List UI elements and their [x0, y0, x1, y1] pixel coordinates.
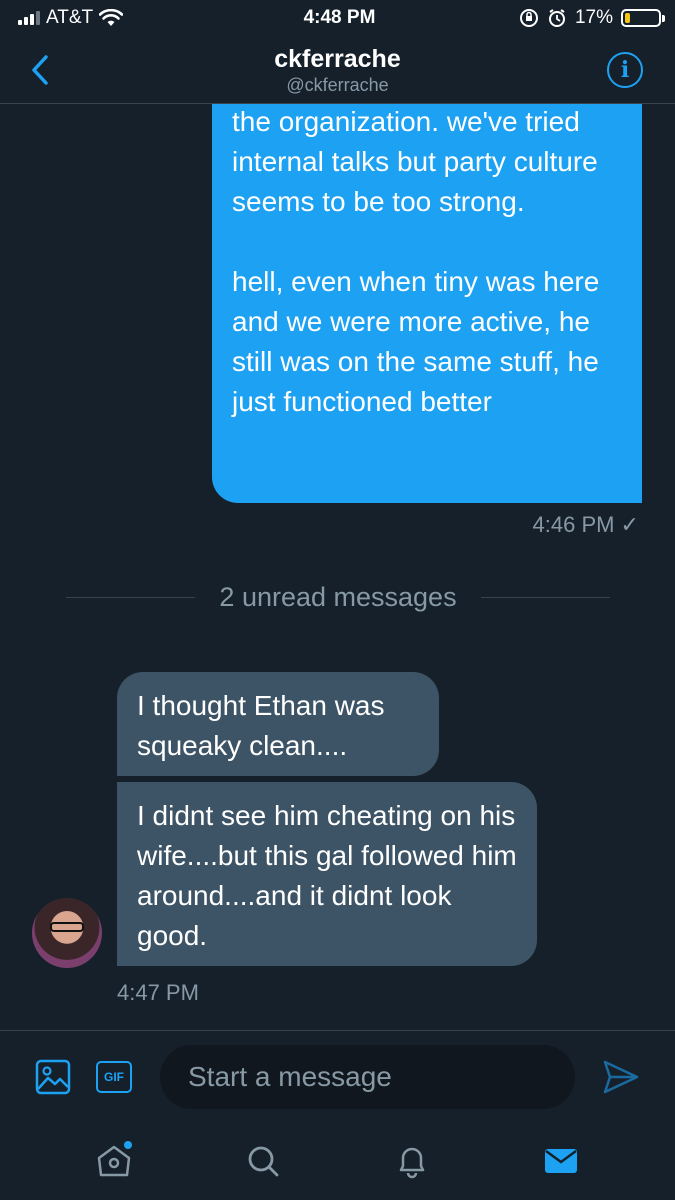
alarm-icon [548, 9, 565, 27]
divider-line [66, 597, 196, 598]
send-icon [603, 1060, 639, 1094]
send-button[interactable] [601, 1057, 641, 1097]
unread-divider: 2 unread messages [66, 582, 610, 613]
outgoing-timestamp: 4:46 PM ✓ [532, 512, 639, 537]
status-right: 17% [461, 7, 665, 29]
conversation-header: ckferrache @ckferrache i [0, 36, 675, 104]
status-left: AT&T [18, 7, 218, 29]
header-title[interactable]: ckferrache @ckferrache [274, 44, 400, 96]
info-button[interactable]: i [607, 52, 643, 88]
gif-icon: GIF [104, 1070, 124, 1084]
outgoing-message[interactable]: the organization. we've tried internal t… [212, 104, 642, 503]
incoming-message[interactable]: I didnt see him cheating on his wife....… [117, 782, 537, 966]
tab-search[interactable] [233, 1131, 293, 1191]
tab-messages[interactable] [531, 1131, 591, 1191]
status-time: 4:48 PM [303, 7, 376, 28]
message-input[interactable] [160, 1045, 575, 1109]
divider-line [480, 597, 610, 598]
message-thread[interactable]: the organization. we've tried internal t… [0, 104, 675, 1030]
notifications-icon [399, 1147, 425, 1179]
chevron-left-icon [32, 55, 48, 85]
info-icon: i [620, 57, 630, 83]
media-button[interactable] [35, 1059, 71, 1095]
incoming-message[interactable]: I thought Ethan was squeaky clean.... [117, 672, 439, 776]
messages-icon [544, 1149, 577, 1173]
tab-home[interactable] [84, 1131, 144, 1191]
status-bar: AT&T 4:48 PM 17% [0, 0, 675, 36]
signal-icon [18, 11, 40, 25]
rotation-lock-icon [519, 9, 538, 27]
unread-label: 2 unread messages [219, 582, 457, 612]
image-icon [35, 1059, 71, 1095]
incoming-timestamp: 4:47 PM [117, 980, 199, 1005]
carrier-label: AT&T [46, 7, 94, 28]
avatar[interactable] [32, 898, 102, 968]
tab-notifications[interactable] [382, 1131, 442, 1191]
tab-bar [0, 1122, 675, 1200]
gif-button[interactable]: GIF [96, 1061, 132, 1093]
contact-handle: @ckferrache [286, 74, 389, 95]
back-button[interactable] [22, 50, 58, 90]
contact-name: ckferrache [274, 44, 401, 73]
search-icon [248, 1146, 279, 1177]
wifi-icon [99, 9, 124, 26]
battery-icon [621, 9, 665, 27]
battery-percent: 17% [574, 7, 613, 28]
message-composer: GIF [0, 1030, 675, 1122]
